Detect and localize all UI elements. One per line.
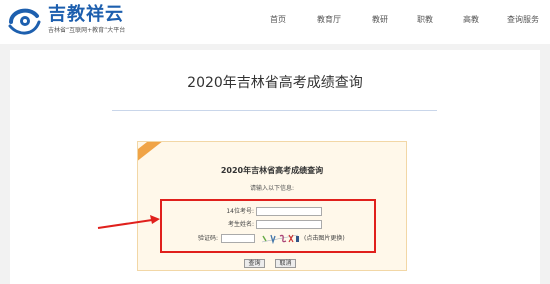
brand-tagline: 吉林省“互联网+教育”大平台	[48, 27, 126, 34]
submit-query-button[interactable]: 查询	[244, 259, 265, 268]
nav-item-teaching-research[interactable]: 教研	[372, 15, 388, 25]
nav-item-education-dept[interactable]: 教育厅	[317, 15, 341, 25]
nav-item-home[interactable]: 首页	[270, 15, 286, 25]
cancel-button[interactable]: 取消	[275, 259, 296, 268]
pointer-arrow-icon	[97, 215, 160, 229]
nav-item-vocational[interactable]: 职教	[417, 15, 433, 25]
nav-item-query-service[interactable]: 查询服务	[507, 15, 539, 25]
page-title: 2020年吉林省高考成绩查询	[187, 75, 363, 91]
brand-name[interactable]: 吉教祥云	[48, 5, 124, 25]
jijiao-xiangyun-logo-icon[interactable]	[6, 4, 42, 38]
nav-item-higher-edu[interactable]: 高教	[463, 15, 479, 25]
site-header: 吉教祥云 吉林省“互联网+教育”大平台 首页 教育厅 教研 职教 高教 查询服务	[0, 0, 550, 44]
form-hint: 请输入以下信息:	[249, 185, 295, 192]
corner-ribbon	[138, 142, 167, 166]
form-title: 2020年吉林省高考成绩查询	[220, 166, 324, 175]
highlight-box	[160, 199, 376, 253]
title-divider	[112, 110, 437, 111]
